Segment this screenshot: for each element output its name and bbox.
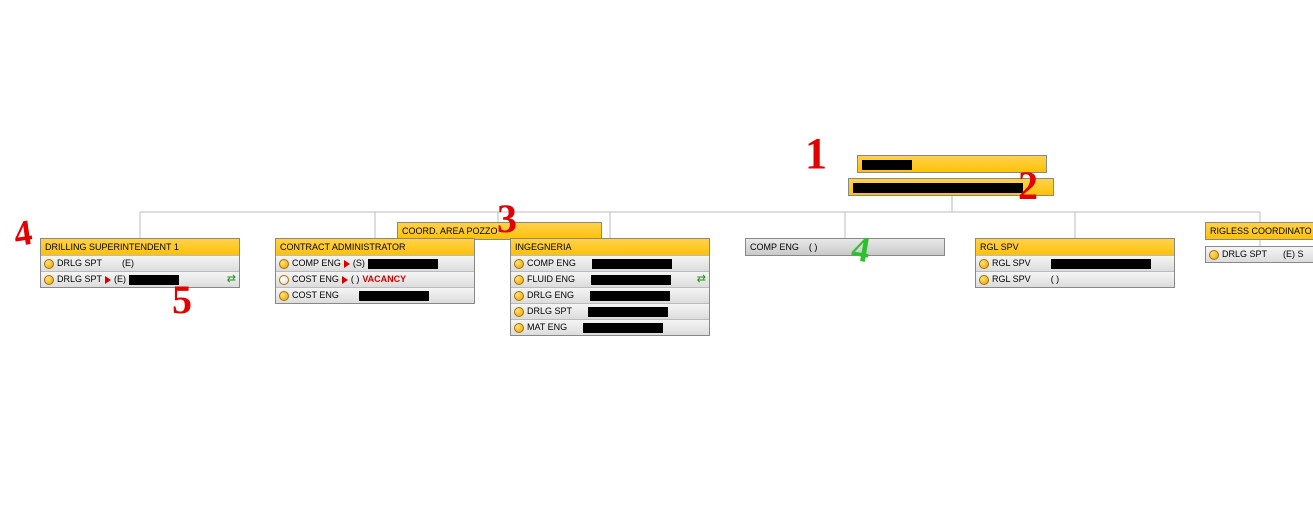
redacted-name: [588, 307, 668, 317]
redacted-name: [368, 259, 438, 269]
table-row[interactable]: COST ENG ( ) VACANCY: [276, 271, 474, 287]
redacted-name: [590, 291, 670, 301]
drilling-superintendent-title: DRILLING SUPERINTENDENT 1: [41, 239, 239, 255]
paren-label: (E) S: [1283, 247, 1304, 262]
paren-label: (S): [353, 256, 365, 271]
redacted-name: [359, 291, 429, 301]
paren-label: ( ): [809, 242, 818, 252]
comp-eng-leaf-node[interactable]: COMP ENG ( ): [745, 238, 945, 256]
status-bullet-icon: [979, 275, 989, 285]
status-bullet-icon: [979, 259, 989, 269]
annotation-1: 1: [805, 128, 827, 179]
status-bullet-icon: [1209, 250, 1219, 260]
table-row[interactable]: FLUID ENG ⇄: [511, 271, 709, 287]
role-label: RGL SPV: [992, 272, 1031, 287]
vacancy-label: VACANCY: [362, 272, 406, 287]
table-row[interactable]: COMP ENG: [511, 255, 709, 271]
status-bullet-icon: [44, 275, 54, 285]
paren-label: ( ): [1051, 272, 1060, 287]
table-row[interactable]: DRLG SPT (E): [41, 255, 239, 271]
root-subtitle: [849, 179, 1053, 195]
swap-icon: ⇄: [697, 272, 706, 287]
contract-administrator-node[interactable]: CONTRACT ADMINISTRATOR COMP ENG (S) COST…: [275, 238, 475, 304]
table-row[interactable]: DRLG SPT (E) S: [1206, 247, 1313, 262]
red-triangle-icon: [344, 260, 350, 268]
redacted-name: [129, 275, 179, 285]
redacted-name: [591, 275, 671, 285]
table-row[interactable]: COST ENG: [276, 287, 474, 303]
table-row[interactable]: DRLG SPT: [511, 303, 709, 319]
root-subtitle-node[interactable]: [848, 178, 1054, 196]
org-chart-canvas: { "top": { "title_redacted": "", "subtit…: [0, 0, 1313, 508]
status-bullet-icon: [514, 259, 524, 269]
status-bullet-icon: [279, 259, 289, 269]
role-label: DRLG ENG: [527, 288, 574, 303]
role-label: COMP ENG: [292, 256, 341, 271]
role-label: FLUID ENG: [527, 272, 575, 287]
redacted-name: [592, 259, 672, 269]
red-triangle-icon: [342, 276, 348, 284]
ingegneria-node[interactable]: INGEGNERIA COMP ENG FLUID ENG ⇄ DRLG ENG…: [510, 238, 710, 336]
role-label: COMP ENG: [750, 242, 799, 252]
paren-label: ( ): [351, 272, 360, 287]
table-row[interactable]: DRLG ENG: [511, 287, 709, 303]
drilling-superintendent-node[interactable]: DRILLING SUPERINTENDENT 1 DRLG SPT (E) D…: [40, 238, 240, 288]
red-triangle-icon: [105, 276, 111, 284]
annotation-4: 4: [11, 211, 35, 255]
swap-icon: ⇄: [227, 272, 236, 287]
table-row[interactable]: RGL SPV: [976, 255, 1174, 271]
table-row[interactable]: DRLG SPT (E) ⇄: [41, 271, 239, 287]
status-bullet-hollow-icon: [279, 275, 289, 285]
redacted-name: [1051, 259, 1151, 269]
paren-label: (E): [114, 272, 126, 287]
root-node[interactable]: [857, 155, 1047, 173]
role-label: COST ENG: [292, 272, 339, 287]
rigless-coordinator-title: RIGLESS COORDINATO: [1206, 223, 1313, 239]
table-row[interactable]: COMP ENG (S): [276, 255, 474, 271]
role-label: DRLG SPT: [527, 304, 572, 319]
paren-label: (E): [122, 256, 134, 271]
status-bullet-icon: [514, 275, 524, 285]
comp-eng-title: COMP ENG ( ): [746, 239, 944, 255]
ingegneria-title: INGEGNERIA: [511, 239, 709, 255]
status-bullet-icon: [44, 259, 54, 269]
rigless-child-node[interactable]: DRLG SPT (E) S: [1205, 246, 1313, 263]
role-label: COST ENG: [292, 288, 339, 303]
rgl-spv-node[interactable]: RGL SPV RGL SPV RGL SPV ( ): [975, 238, 1175, 288]
status-bullet-icon: [514, 307, 524, 317]
coord-area-pozzo-title: COORD. AREA POZZO: [398, 223, 601, 239]
rigless-coordinator-node[interactable]: RIGLESS COORDINATO: [1205, 222, 1313, 240]
status-bullet-icon: [514, 323, 524, 333]
status-bullet-icon: [279, 291, 289, 301]
role-label: DRLG SPT: [57, 272, 102, 287]
table-row[interactable]: MAT ENG: [511, 319, 709, 335]
status-bullet-icon: [514, 291, 524, 301]
contract-administrator-title: CONTRACT ADMINISTRATOR: [276, 239, 474, 255]
role-label: DRLG SPT: [1222, 247, 1267, 262]
role-label: DRLG SPT: [57, 256, 102, 271]
root-title: [858, 156, 1046, 172]
rgl-spv-title: RGL SPV: [976, 239, 1174, 255]
role-label: COMP ENG: [527, 256, 576, 271]
role-label: MAT ENG: [527, 320, 567, 335]
redacted-name: [583, 323, 663, 333]
table-row[interactable]: RGL SPV ( ): [976, 271, 1174, 287]
role-label: RGL SPV: [992, 256, 1031, 271]
